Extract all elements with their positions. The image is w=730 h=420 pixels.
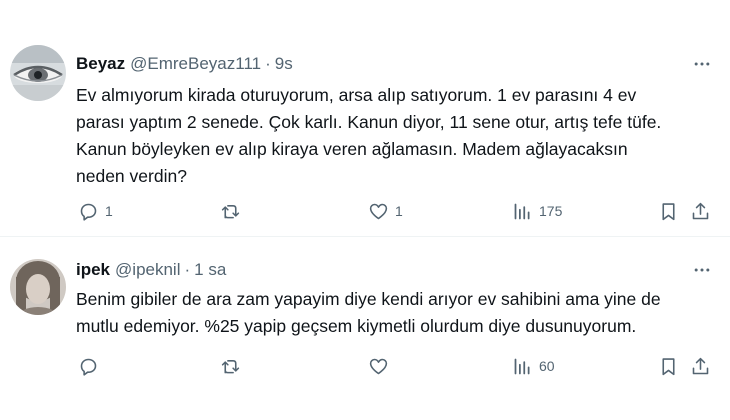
reply-button[interactable]: 1 (78, 196, 113, 226)
views-button[interactable]: 60 (512, 351, 555, 381)
timeline: Beyaz @EmreBeyaz111 · 9s Ev almıyorum ki… (0, 0, 730, 420)
tweet-text-line: Kanun böyleyken ev alıp kiraya veren ağl… (76, 139, 628, 159)
views-icon (514, 358, 530, 374)
more-icon[interactable] (688, 52, 716, 76)
like-button[interactable] (368, 351, 395, 381)
tweet-text: Benim gibiler de ara zam yapayim diye ke… (76, 286, 716, 340)
tweet-text-line: parası yaptım 2 senede. Çok karlı. Kanun… (76, 112, 662, 132)
more-icon[interactable] (688, 258, 716, 282)
retweet-button[interactable] (220, 196, 247, 226)
user-handle[interactable]: @ipeknil (115, 260, 180, 280)
share-button[interactable] (690, 351, 711, 381)
tweet-header: Beyaz @EmreBeyaz111 · 9s (76, 52, 293, 76)
reply-count: 1 (105, 203, 113, 219)
separator: · (265, 54, 271, 73)
reply-icon (80, 358, 97, 376)
share-icon (692, 202, 709, 219)
retweet-icon (221, 204, 240, 218)
timestamp[interactable]: 9s (275, 54, 293, 74)
heart-icon (369, 203, 388, 219)
tweet-text-line: mutlu edemiyor. %25 yapip geçsem kiymetl… (76, 316, 637, 336)
views-button[interactable]: 175 (512, 196, 562, 226)
reply-icon (80, 203, 97, 221)
tweet-text-line: Benim gibiler de ara zam yapayim diye ke… (76, 289, 661, 309)
share-button[interactable] (690, 196, 711, 226)
display-name[interactable]: Beyaz (76, 54, 125, 74)
retweet-icon (221, 359, 240, 373)
view-count: 175 (539, 203, 563, 219)
timestamp[interactable]: 1 sa (194, 260, 226, 280)
user-handle[interactable]: @EmreBeyaz111 (130, 54, 261, 74)
retweet-button[interactable] (220, 351, 247, 381)
display-name[interactable]: ipek (76, 260, 110, 280)
avatar[interactable] (10, 259, 66, 315)
action-bar: 1 1 175 (70, 196, 720, 226)
tweet-text: Ev almıyorum kirada oturuyorum, arsa alı… (76, 82, 716, 190)
reply-button[interactable] (78, 351, 105, 381)
like-button[interactable]: 1 (368, 196, 403, 226)
action-bar: 60 (70, 351, 720, 381)
share-icon (692, 357, 709, 374)
views-icon (514, 203, 530, 219)
separator: · (184, 260, 191, 279)
tweet[interactable]: Beyaz @EmreBeyaz111 · 9s Ev almıyorum ki… (0, 0, 730, 236)
avatar[interactable] (10, 45, 66, 101)
view-count: 60 (539, 358, 555, 374)
bookmark-icon (662, 357, 675, 375)
tweet-text-line: Ev almıyorum kirada oturuyorum, arsa alı… (76, 85, 637, 105)
like-count: 1 (395, 203, 403, 219)
bookmark-button[interactable] (658, 196, 679, 226)
tweet[interactable]: ipek @ipeknil · 1 sa Benim gibiler de ar… (0, 237, 730, 420)
bookmark-icon (662, 202, 675, 220)
tweet-header: ipek @ipeknil · 1 sa (76, 258, 226, 282)
heart-icon (369, 358, 388, 374)
tweet-text-line: neden verdin? (76, 166, 187, 186)
bookmark-button[interactable] (658, 351, 679, 381)
